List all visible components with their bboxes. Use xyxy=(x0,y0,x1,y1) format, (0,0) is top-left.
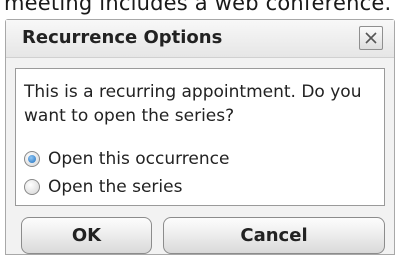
ok-button[interactable]: OK xyxy=(21,217,152,254)
option-open-occurrence[interactable]: Open this occurrence xyxy=(24,147,229,171)
page: meeting includes a web conference. Recur… xyxy=(0,0,404,266)
background-text: meeting includes a web conference. xyxy=(4,0,392,15)
dialog-title: Recurrence Options xyxy=(22,27,223,48)
recurrence-options-dialog: Recurrence Options This is a recurring a… xyxy=(5,19,395,255)
close-icon xyxy=(365,32,377,44)
dialog-content-panel: This is a recurring appointment. Do you … xyxy=(15,68,385,206)
option-open-series[interactable]: Open the series xyxy=(24,175,182,199)
cancel-button[interactable]: Cancel xyxy=(163,217,385,254)
dialog-titlebar: Recurrence Options xyxy=(6,20,394,58)
option-open-occurrence-label: Open this occurrence xyxy=(48,149,230,169)
dialog-message: This is a recurring appointment. Do you … xyxy=(24,82,362,126)
close-button[interactable] xyxy=(359,26,383,50)
radio-open-series[interactable] xyxy=(24,179,40,195)
option-open-series-label: Open the series xyxy=(48,177,183,197)
radio-open-occurrence[interactable] xyxy=(24,151,40,167)
